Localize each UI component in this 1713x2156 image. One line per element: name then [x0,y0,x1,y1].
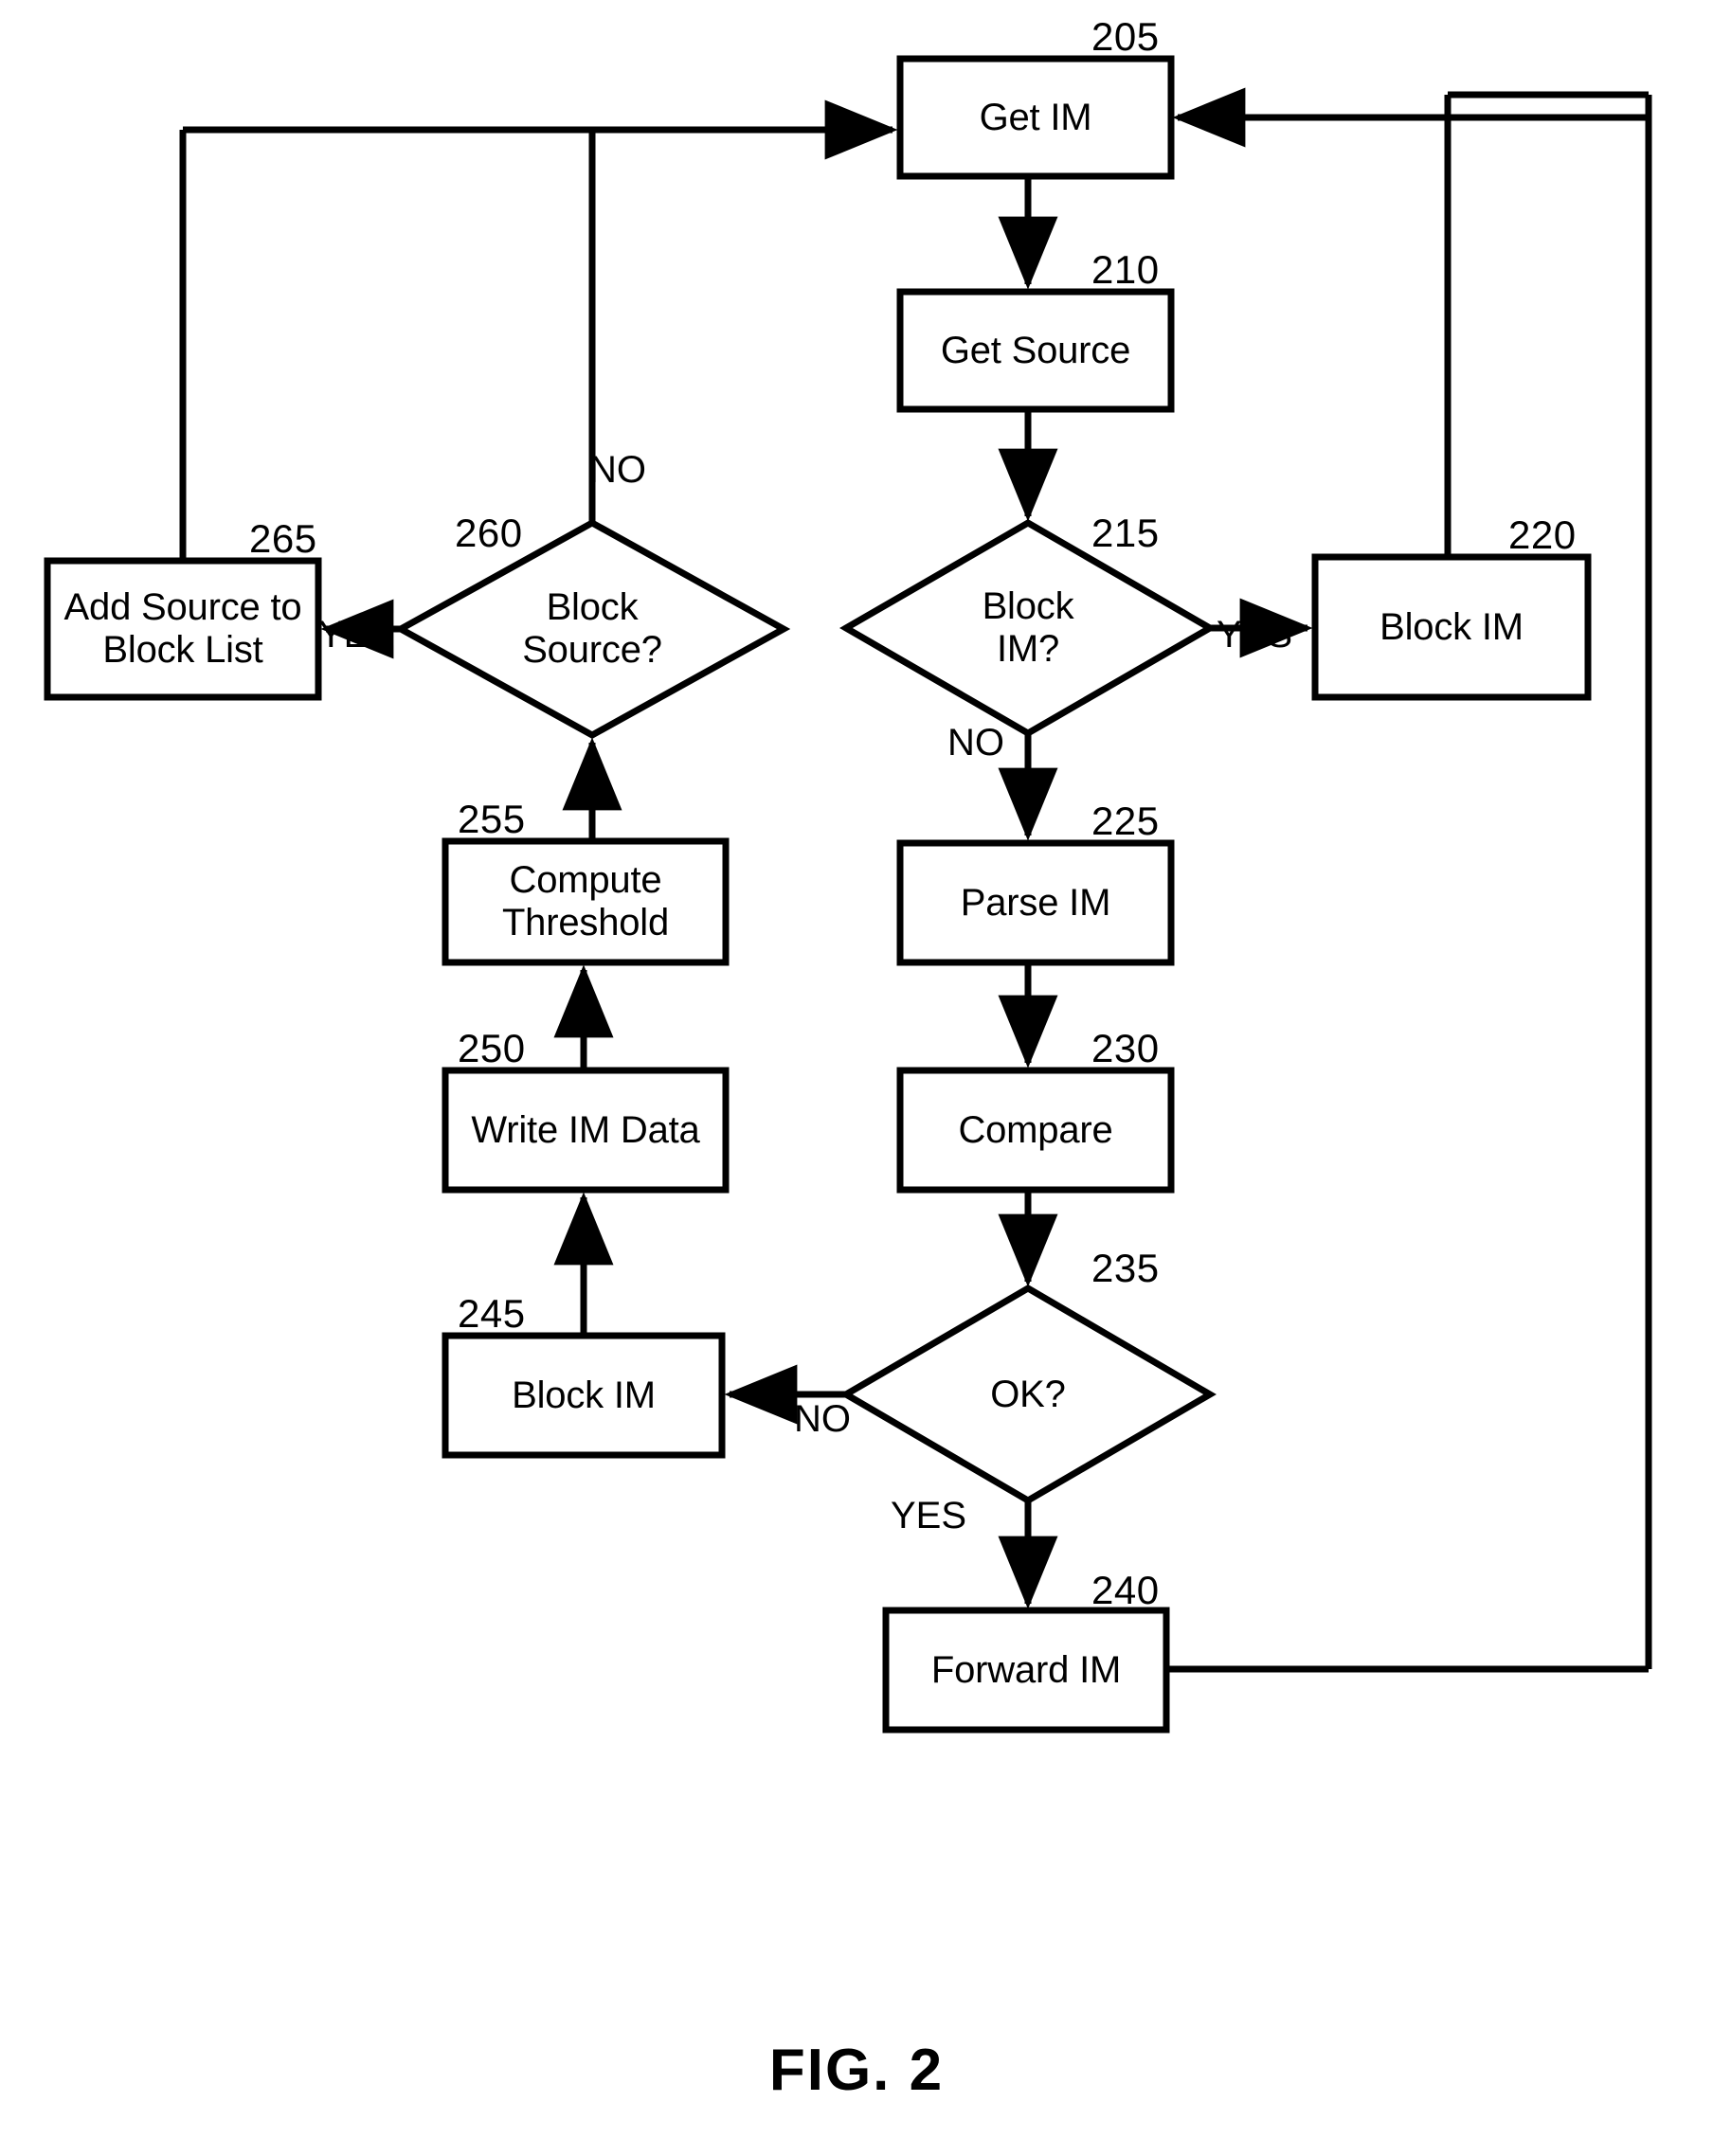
edge-label-ok-no: NO [794,1398,851,1440]
shape-245-block-im [442,1332,726,1459]
shape-210-get-source [896,288,1175,413]
shape-205-get-im [896,55,1175,180]
shape-230-compare [896,1067,1175,1194]
edge-label-block-source-yes: YES [318,614,395,656]
ref-numeral-260: 260 [455,511,523,555]
figure-page: Get IM Get Source Block IM? Block IM Par… [0,0,1713,2156]
shape-225-parse-im [896,839,1175,966]
ref-numeral-225: 225 [1091,799,1160,843]
ref-numeral-250: 250 [458,1026,526,1070]
ref-numeral-240: 240 [1091,1568,1160,1612]
shape-235-ok-decision [839,1284,1217,1505]
figure-caption: FIG. 2 [768,2038,945,2103]
ref-numeral-255: 255 [458,797,526,841]
shape-255-compute-threshold [442,837,730,966]
edge-label-block-im-yes: YES [1217,614,1293,656]
shape-265-add-source-to-block-list [44,557,322,701]
shape-250-write-im-data [442,1067,730,1194]
ref-numeral-215: 215 [1091,511,1160,555]
edge-label-block-source-no: NO [589,449,646,491]
shape-220-block-im [1311,553,1592,701]
ref-numeral-205: 205 [1091,14,1160,59]
ref-numeral-265: 265 [249,516,317,561]
ref-numeral-210: 210 [1091,247,1160,292]
edge-label-ok-yes: YES [891,1495,967,1536]
edge-label-block-im-no: NO [947,722,1004,764]
ref-numeral-235: 235 [1091,1246,1160,1290]
ref-numeral-220: 220 [1508,512,1577,557]
ref-numeral-245: 245 [458,1291,526,1336]
flowchart-canvas [44,55,1652,1734]
ref-numeral-230: 230 [1091,1026,1160,1070]
shape-240-forward-im [882,1607,1170,1734]
